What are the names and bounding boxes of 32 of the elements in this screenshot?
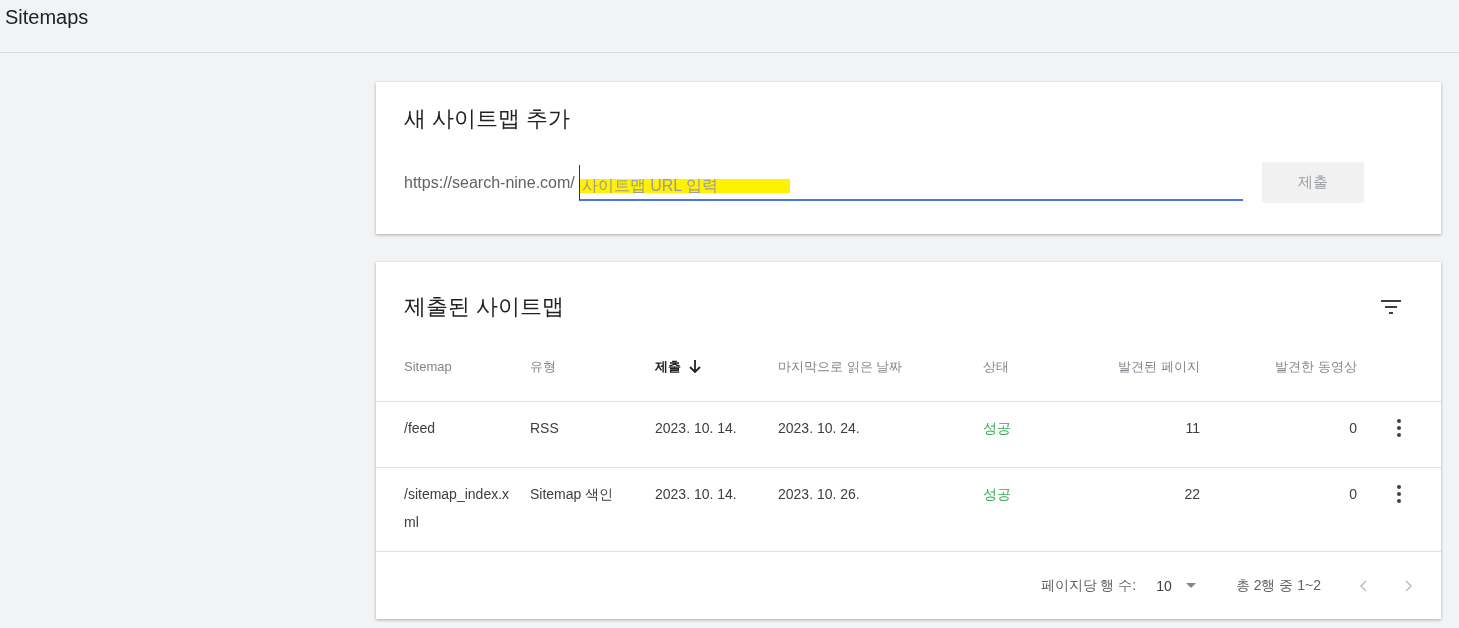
rows-per-page-label: 페이지당 행 수: [1040,576,1137,595]
table-cell-text: Sitemap 색인 [530,485,615,504]
table-cell-text: /sitemap_index.xml [404,485,511,532]
filter-icon[interactable] [1381,300,1401,314]
status-text: 성공 [983,419,1012,438]
card-title: 제출된 사이트맵 [404,293,565,321]
column-header[interactable]: Sitemap [404,359,530,374]
column-header[interactable]: 제출 [655,357,778,376]
rows-per-page-select[interactable]: 10 [1156,577,1196,594]
column-header[interactable]: 유형 [530,357,655,376]
table-cell-text: 0 [1348,419,1357,438]
table-cell-text: 11 [1184,419,1200,438]
sitemap-url-field[interactable]: 사이트맵 URL 입력 [578,164,1243,201]
table-cell-text: /feed [404,419,437,438]
column-header[interactable]: 발견한 동영상 [1200,357,1357,376]
table-cell-text: 2023. 10. 26. [778,485,861,504]
table-cell-text: 2023. 10. 24. [778,419,861,438]
table-cell-text: 2023. 10. 14. [655,485,738,504]
table-cell-text: 2023. 10. 14. [655,419,738,438]
url-prefix: https://search-nine.com/ [404,173,575,192]
column-header[interactable]: 상태 [983,357,1083,376]
column-header[interactable]: 마지막으로 읽은 날짜 [778,357,983,376]
column-header[interactable]: 발견된 페이지 [1083,357,1200,376]
dropdown-caret-icon [1185,583,1196,588]
table-cell-text: 22 [1183,485,1200,504]
page-range: 총 2행 중 1~2 [1235,576,1321,595]
card-title: 새 사이트맵 추가 [404,105,572,133]
table-cell-text: 0 [1348,485,1357,504]
status-text: 성공 [983,485,1012,504]
table-cell-text: RSS [530,419,560,438]
arrow-down-icon [689,360,701,373]
page-title: Sitemaps [5,6,89,28]
